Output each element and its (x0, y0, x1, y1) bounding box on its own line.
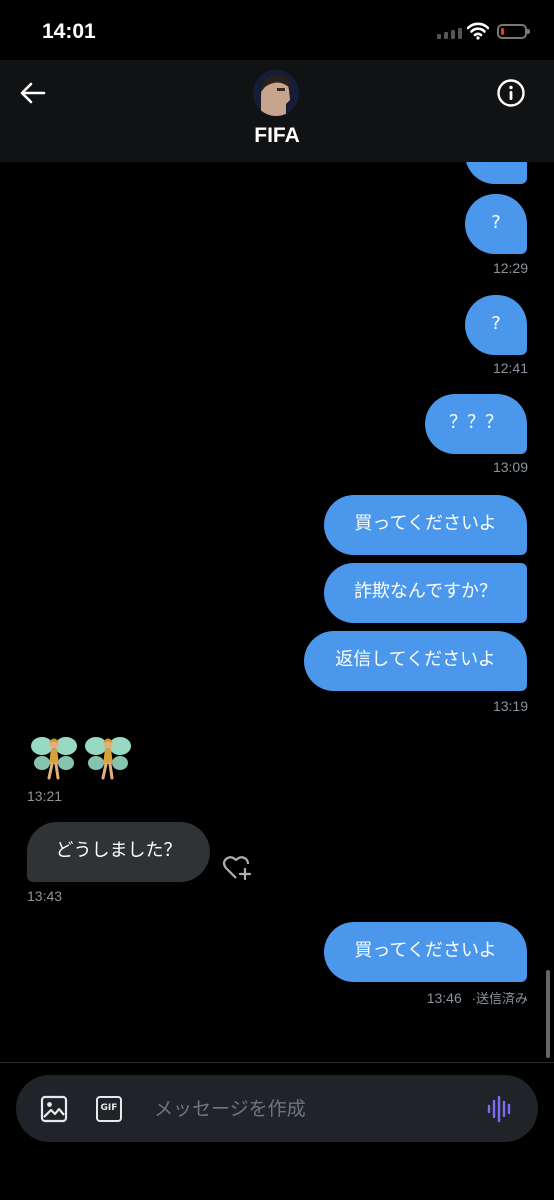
gif-button[interactable]: GIF (96, 1096, 122, 1122)
divider (0, 1062, 554, 1063)
battery-icon (497, 24, 530, 39)
sent-status: ·送信済み (471, 991, 528, 1006)
status-time: 14:01 (42, 20, 96, 43)
sent-message-bubble[interactable]: ? (465, 162, 527, 184)
message-text: 詐欺なんですか？ (353, 581, 498, 602)
message-timestamp: 13:21 (27, 788, 63, 804)
avatar[interactable] (253, 70, 299, 116)
add-reaction-heart-icon[interactable] (222, 852, 254, 882)
message-list[interactable]: ? ? 12:29 ? 12:41 ？？？ 13:09 買ってくださいよ 詐欺な… (0, 162, 554, 1062)
message-timestamp: 13:43 (27, 888, 63, 904)
sent-message-bubble[interactable]: ？？？ (425, 394, 527, 454)
received-emoji-message[interactable] (30, 732, 134, 784)
back-arrow-icon[interactable] (18, 78, 48, 108)
message-text: どうしました？ (55, 840, 182, 861)
message-timestamp: 13:09 (492, 459, 528, 475)
voice-message-icon[interactable] (486, 1095, 514, 1123)
message-text: 返信してくださいよ (335, 649, 496, 670)
message-text: ? (491, 313, 501, 334)
message-timestamp: 12:29 (492, 260, 528, 276)
message-timestamp: 12:41 (492, 360, 528, 376)
cellular-signal-icon (437, 28, 462, 39)
gif-label: GIF (100, 1103, 118, 1113)
message-status-line: 13:46 ·送信済み (427, 988, 528, 1007)
status-bar: 14:01 (0, 0, 554, 60)
avatar-image (253, 70, 299, 116)
message-composer: GIF (16, 1075, 538, 1142)
message-text: ? (491, 162, 501, 163)
battery-level (501, 28, 504, 35)
message-timestamp: 13:46 (426, 990, 462, 1006)
message-text: 買ってくださいよ (354, 513, 497, 534)
sent-message-bubble[interactable]: 買ってくださいよ (324, 922, 527, 982)
sent-message-bubble[interactable]: 返信してくださいよ (304, 631, 527, 691)
sent-message-bubble[interactable]: ? (465, 295, 527, 355)
image-icon[interactable] (40, 1095, 68, 1123)
conversation-header: FIFA (0, 60, 554, 162)
message-input[interactable] (154, 1095, 454, 1123)
sent-message-bubble[interactable]: 詐欺なんですか？ (324, 563, 527, 623)
fairy-emoji-icon (31, 737, 131, 780)
wifi-icon (467, 22, 489, 40)
sent-message-bubble[interactable]: 買ってくださいよ (324, 495, 527, 555)
message-text: ? (491, 212, 501, 233)
info-icon[interactable] (496, 78, 526, 108)
message-text: ？？？ (449, 412, 503, 433)
message-timestamp: 13:19 (492, 698, 528, 714)
sent-message-bubble[interactable]: ? (465, 194, 527, 254)
message-text: 買ってくださいよ (354, 940, 497, 961)
contact-name[interactable]: FIFA (0, 124, 554, 148)
received-message-bubble[interactable]: どうしました？ (27, 822, 210, 882)
scrollbar[interactable] (546, 970, 550, 1058)
